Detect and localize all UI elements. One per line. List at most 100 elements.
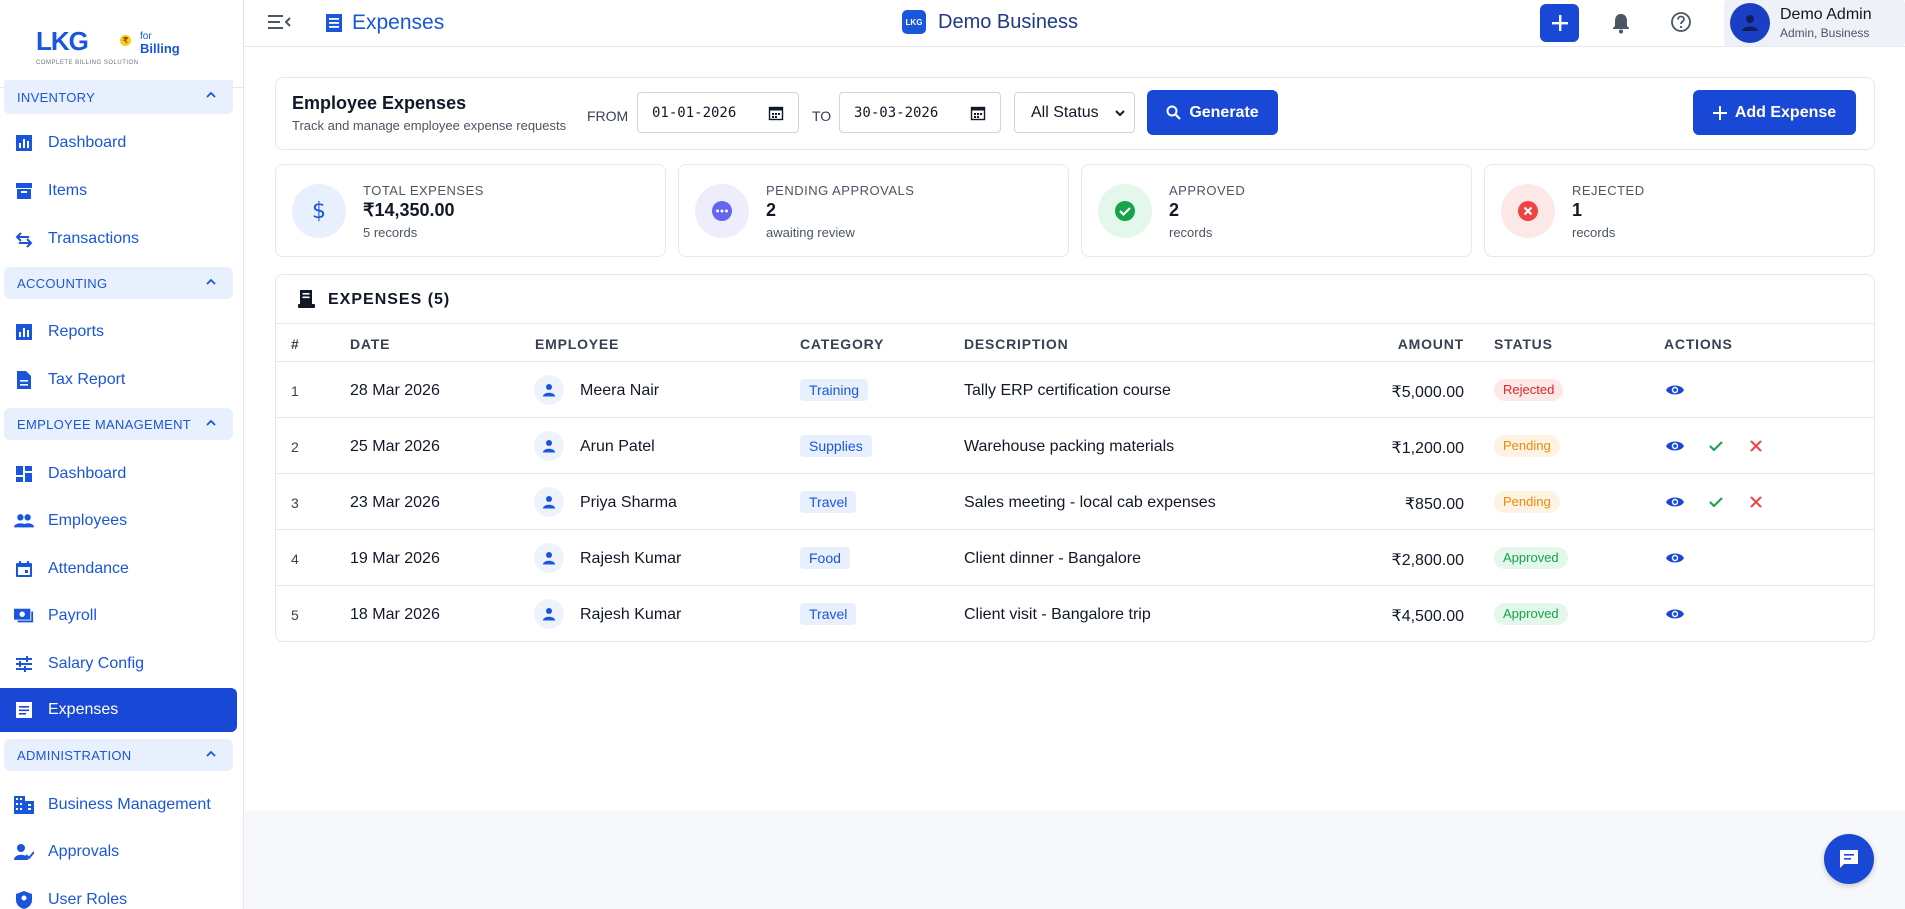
chat-button[interactable] — [1824, 834, 1874, 884]
section-employee-management[interactable]: EMPLOYEE MANAGEMENT — [4, 408, 233, 440]
chevron-down-icon — [1115, 110, 1125, 117]
user-icon — [1742, 15, 1758, 31]
section-inventory[interactable]: INVENTORY — [4, 80, 233, 114]
row-employee: Rajesh Kumar — [580, 550, 682, 567]
quick-add-button[interactable] — [1540, 4, 1579, 42]
status-select-value: All Status — [1031, 103, 1099, 121]
sidebar-item-employee-dashboard[interactable]: Dashboard — [0, 452, 243, 496]
stat-note: records — [1169, 225, 1213, 240]
category-badge: Travel — [800, 491, 857, 513]
sidebar-item-label: Reports — [48, 323, 105, 340]
category-badge: Supplies — [800, 435, 872, 457]
shield-user-icon — [14, 890, 34, 909]
stat-label: TOTAL EXPENSES — [363, 183, 484, 198]
sidebar-item-expenses[interactable]: Expenses — [0, 688, 237, 732]
row-employee: Rajesh Kumar — [580, 606, 682, 623]
approve-check-icon[interactable] — [1705, 436, 1727, 456]
calendar-icon[interactable] — [970, 105, 986, 121]
view-icon[interactable] — [1664, 492, 1686, 512]
row-amount: ₹4,500.00 — [1391, 608, 1464, 625]
view-icon[interactable] — [1664, 436, 1686, 456]
person-icon — [534, 487, 564, 517]
bar-chart-icon — [14, 322, 34, 342]
sidebar-item-label: Approvals — [48, 843, 120, 860]
sidebar-item-business-management[interactable]: Business Management — [0, 783, 243, 827]
receipt-long-icon — [298, 290, 315, 308]
row-num: 3 — [291, 495, 299, 511]
page-title: Expenses — [352, 11, 445, 34]
from-date-input[interactable]: 01-01-2026 — [637, 92, 799, 133]
document-icon — [14, 370, 34, 390]
sidebar-item-employees[interactable]: Employees — [0, 499, 243, 543]
business-logo: LKG — [902, 10, 926, 34]
business-name: Demo Business — [938, 10, 1079, 33]
view-icon[interactable] — [1664, 604, 1686, 624]
bell-icon[interactable] — [1610, 12, 1632, 34]
person-icon — [534, 375, 564, 405]
col-date: DATE — [350, 336, 391, 352]
section-accounting[interactable]: ACCOUNTING — [4, 267, 233, 299]
row-description: Client visit - Bangalore trip — [964, 606, 1151, 623]
status-badge: Pending — [1494, 491, 1560, 513]
to-date-input[interactable]: 30-03-2026 — [839, 92, 1001, 133]
approve-check-icon[interactable] — [1705, 492, 1727, 512]
sidebar-item-salary-config[interactable]: Salary Config — [0, 642, 243, 686]
stat-label: REJECTED — [1572, 183, 1645, 198]
logo-tagline: COMPLETE BILLING SOLUTION — [36, 60, 139, 66]
row-employee: Priya Sharma — [580, 494, 677, 511]
row-num: 4 — [291, 551, 299, 567]
sidebar-item-approvals[interactable]: Approvals — [0, 830, 243, 874]
sidebar-item-payroll[interactable]: Payroll — [0, 594, 243, 638]
sidebar-item-label: Dashboard — [48, 134, 127, 151]
col-actions: ACTIONS — [1664, 336, 1733, 352]
menu-collapse-icon[interactable] — [268, 12, 292, 32]
reject-close-icon[interactable] — [1745, 492, 1767, 512]
view-icon[interactable] — [1664, 380, 1686, 400]
cancel-circle-icon — [1501, 184, 1555, 238]
app-logo[interactable]: LKG ₹ for Billing COMPLETE BILLING SOLUT… — [0, 0, 243, 88]
sidebar-item-reports[interactable]: Reports — [0, 310, 243, 354]
table-row: 4 19 Mar 2026 Rajesh Kumar Food Client d… — [276, 530, 1874, 586]
status-select[interactable]: All Status — [1014, 92, 1135, 133]
stat-value: 2 — [766, 200, 777, 220]
row-date: 23 Mar 2026 — [350, 494, 440, 511]
section-administration[interactable]: ADMINISTRATION — [4, 739, 233, 771]
sidebar-item-label: Tax Report — [48, 371, 126, 388]
section-subtitle: Track and manage employee expense reques… — [292, 118, 567, 133]
calendar-icon[interactable] — [768, 105, 784, 121]
chevron-up-icon — [206, 278, 216, 285]
person-check-icon — [14, 842, 34, 862]
row-description: Client dinner - Bangalore — [964, 550, 1141, 567]
user-menu[interactable]: Demo Admin Admin, Business — [1724, 0, 1905, 46]
row-amount: ₹5,000.00 — [1391, 384, 1464, 401]
generate-button[interactable]: Generate — [1147, 90, 1278, 135]
generate-label: Generate — [1189, 103, 1259, 121]
business-switcher[interactable]: LKG Demo Business — [902, 10, 1078, 34]
sidebar-item-label: Expenses — [48, 701, 119, 718]
category-badge: Training — [800, 379, 869, 401]
row-employee: Arun Patel — [580, 438, 655, 455]
category-badge: Food — [800, 547, 850, 569]
stat-value: 1 — [1572, 200, 1583, 220]
logo-coin-icon: ₹ — [120, 35, 131, 46]
sidebar-item-user-roles[interactable]: User Roles — [0, 878, 243, 909]
plus-icon — [1551, 15, 1568, 31]
bar-chart-icon — [14, 133, 34, 153]
reject-close-icon[interactable] — [1745, 436, 1767, 456]
section-label: ACCOUNTING — [17, 275, 108, 291]
view-icon[interactable] — [1664, 548, 1686, 568]
sidebar-item-transactions[interactable]: Transactions — [0, 217, 243, 261]
status-badge: Approved — [1494, 603, 1568, 625]
sidebar-item-label: Attendance — [48, 560, 129, 577]
add-expense-button[interactable]: Add Expense — [1693, 90, 1856, 135]
from-label: FROM — [587, 108, 629, 124]
sidebar-item-tax-report[interactable]: Tax Report — [0, 358, 243, 402]
sidebar-item-attendance[interactable]: Attendance — [0, 547, 243, 591]
sidebar-item-inventory-dashboard[interactable]: Dashboard — [0, 121, 243, 165]
sidebar-item-items[interactable]: Items — [0, 169, 243, 213]
help-icon[interactable] — [1670, 11, 1692, 33]
row-date: 19 Mar 2026 — [350, 550, 440, 567]
section-title: Employee Expenses — [292, 93, 467, 113]
dollar-icon: $ — [292, 184, 346, 238]
logo-billing: Billing — [140, 41, 180, 56]
